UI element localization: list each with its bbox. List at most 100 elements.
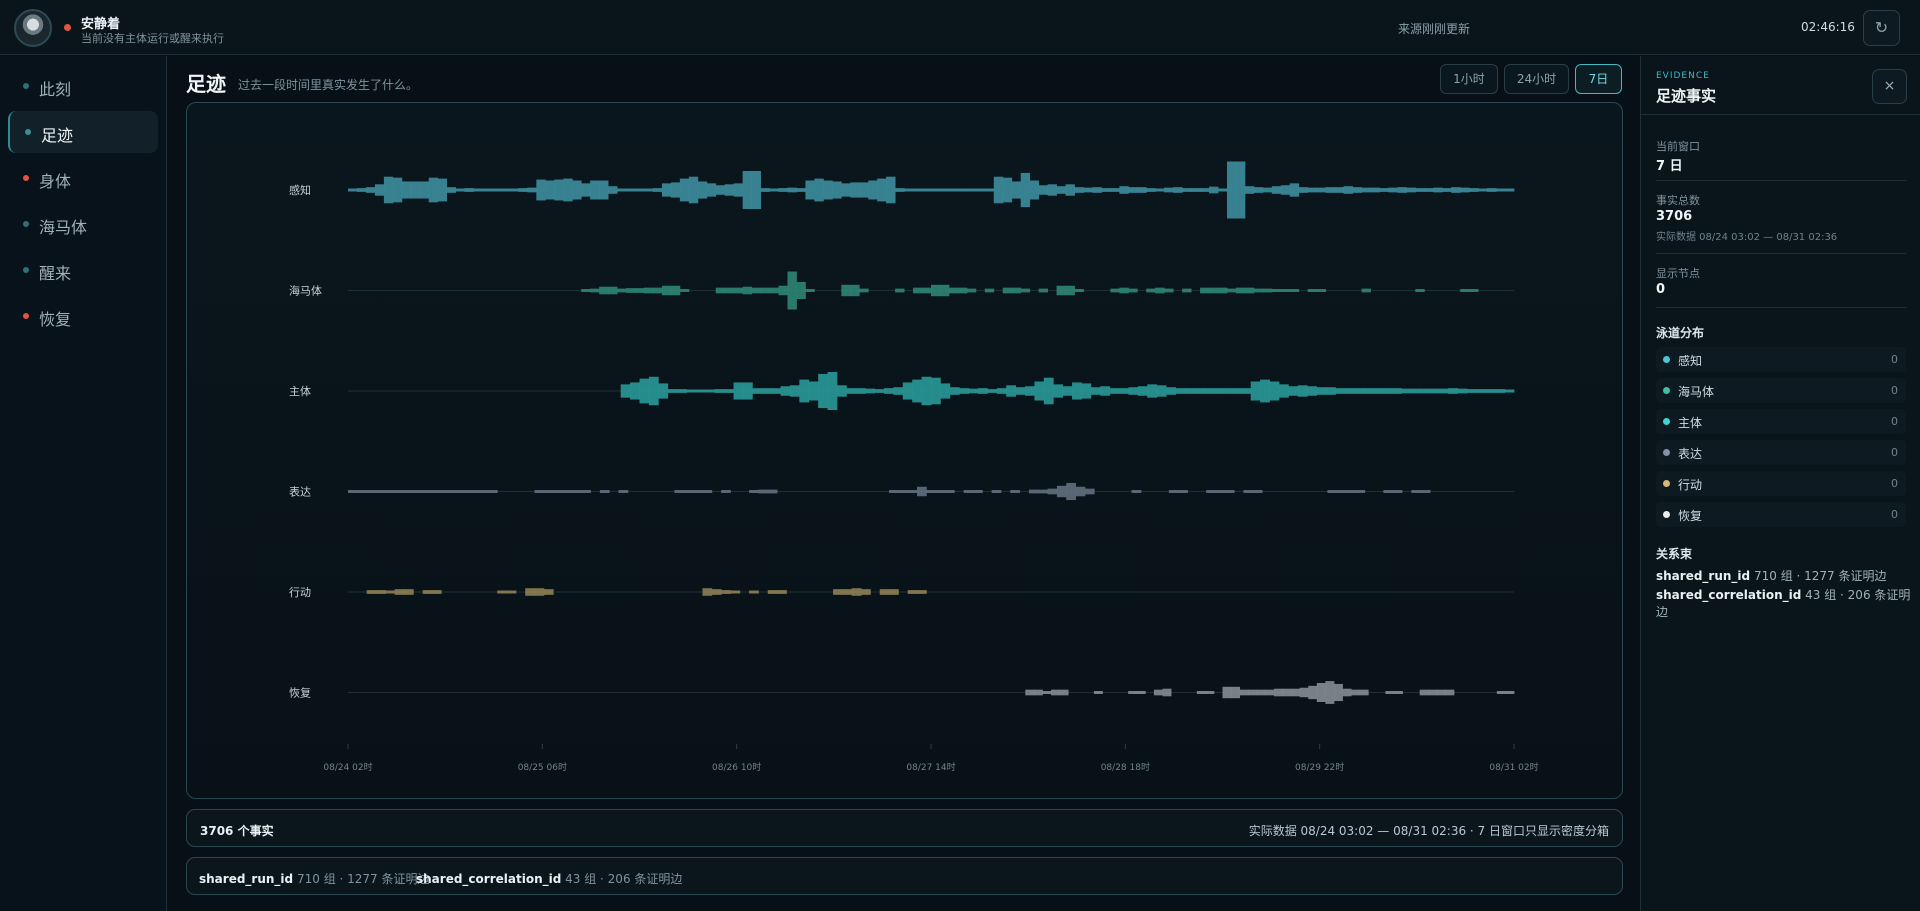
density-bin xyxy=(1325,681,1335,704)
density-bin xyxy=(780,386,791,396)
density-bin xyxy=(789,385,800,397)
density-bin xyxy=(724,287,735,294)
avatar[interactable] xyxy=(14,9,52,47)
density-bin xyxy=(1244,186,1255,194)
lane-row-perception[interactable]: 感知 0 xyxy=(1656,347,1906,372)
density-bin xyxy=(1307,386,1317,396)
density-bin xyxy=(1273,688,1283,697)
relation-value: 710 组 · 1277 条证明边 xyxy=(1753,569,1887,583)
sidebar-item-body[interactable]: 身体 xyxy=(8,157,158,199)
density-bin xyxy=(1056,285,1066,296)
density-bin xyxy=(1253,187,1264,193)
density-bin xyxy=(394,490,405,493)
density-bin xyxy=(1137,386,1148,396)
density-bin xyxy=(1433,187,1443,193)
density-bin xyxy=(626,188,636,192)
density-bin xyxy=(1128,288,1138,293)
sidebar-item-footprint[interactable]: 足迹 xyxy=(8,111,158,153)
relation-key: shared_run_id xyxy=(199,872,294,886)
relation-key: shared_correlation_id xyxy=(416,872,562,886)
fact-count: 3706 个事实 xyxy=(200,824,274,838)
density-bin xyxy=(706,183,717,197)
density-bin xyxy=(1128,187,1138,193)
density-bin xyxy=(1297,385,1308,397)
density-bin xyxy=(922,287,932,294)
density-bin xyxy=(618,490,629,493)
density-bin xyxy=(1051,689,1060,696)
lane-dot xyxy=(1663,418,1670,425)
density-bin xyxy=(1075,486,1086,497)
close-button[interactable]: × xyxy=(1872,69,1907,104)
density-bin xyxy=(563,178,573,202)
density-bin xyxy=(617,288,627,293)
lane-row-expression[interactable]: 表达 0 xyxy=(1656,440,1906,465)
density-bin xyxy=(827,372,838,410)
density-bin xyxy=(688,176,699,204)
density-bin xyxy=(926,490,937,493)
lane-row-recovery[interactable]: 恢复 0 xyxy=(1656,502,1906,527)
x-tick-label: 08/29 22时 xyxy=(1295,761,1344,773)
density-bin xyxy=(1448,388,1458,394)
density-bin xyxy=(842,589,853,595)
sidebar-item-hippocampus[interactable]: 海马体 xyxy=(8,203,158,245)
density-bin xyxy=(1226,288,1237,293)
density-bin xyxy=(1025,689,1035,696)
density-bin xyxy=(356,188,367,192)
density-bin xyxy=(1206,490,1216,493)
density-bin xyxy=(1011,287,1022,294)
density-bin xyxy=(752,388,763,394)
density-bin xyxy=(787,271,797,310)
density-bin xyxy=(1231,388,1242,394)
density-bin xyxy=(437,178,448,202)
density-bin xyxy=(1205,691,1215,694)
lane-row-subject[interactable]: 主体 0 xyxy=(1656,409,1906,434)
density-bin xyxy=(1213,388,1223,394)
density-bin xyxy=(1288,386,1299,396)
range-1h-button[interactable]: 1小时 xyxy=(1440,64,1498,94)
sidebar-item-now[interactable]: 此刻 xyxy=(8,65,158,107)
lane-dot xyxy=(1663,511,1670,518)
density-bin xyxy=(874,389,885,393)
density-bin xyxy=(805,180,815,200)
density-bin xyxy=(1487,188,1497,192)
density-bin xyxy=(581,183,591,197)
sidebar-item-recovery[interactable]: 恢复 xyxy=(8,295,158,337)
relations-bar: shared_run_id 710 组 · 1277 条证明边 shared_c… xyxy=(186,857,1623,895)
density-bin xyxy=(1333,683,1343,702)
density-bin xyxy=(1038,288,1048,293)
lane-row-action[interactable]: 行动 0 xyxy=(1656,471,1906,496)
density-bin xyxy=(751,171,761,209)
density-bin xyxy=(419,181,430,199)
lane-count: 0 xyxy=(1891,508,1898,521)
refresh-button[interactable]: ↻ xyxy=(1863,10,1900,46)
density-bin xyxy=(902,382,913,400)
density-bin xyxy=(478,490,489,493)
density-bin xyxy=(608,286,618,295)
density-bin xyxy=(1256,689,1266,696)
density-bin xyxy=(1011,181,1022,199)
close-icon: × xyxy=(1883,78,1896,94)
sidebar-item-wake[interactable]: 醒来 xyxy=(8,249,158,291)
density-bin xyxy=(1002,177,1013,203)
range-7d-button[interactable]: 7日 xyxy=(1575,64,1622,94)
density-bin xyxy=(1047,488,1058,495)
density-bin xyxy=(1336,490,1347,493)
density-bin xyxy=(841,284,851,297)
density-bin xyxy=(1101,188,1111,192)
density-bin xyxy=(972,490,983,493)
density-bin xyxy=(808,381,819,401)
density-bin xyxy=(365,187,376,193)
density-bin xyxy=(993,176,1004,204)
density-bin xyxy=(879,589,890,595)
density-bin xyxy=(814,178,824,202)
density-bin xyxy=(543,589,554,595)
density-bin xyxy=(1084,488,1095,495)
density-bin xyxy=(1047,184,1057,196)
density-bin xyxy=(1466,389,1477,393)
range-24h-button[interactable]: 24小时 xyxy=(1504,64,1569,94)
density-bin xyxy=(799,379,810,403)
total-label: 事实总数 xyxy=(1656,194,1700,207)
density-bin xyxy=(1451,187,1461,193)
lane-row-hippocampus[interactable]: 海马体 0 xyxy=(1656,378,1906,403)
relation-key: shared_run_id xyxy=(1656,569,1751,583)
